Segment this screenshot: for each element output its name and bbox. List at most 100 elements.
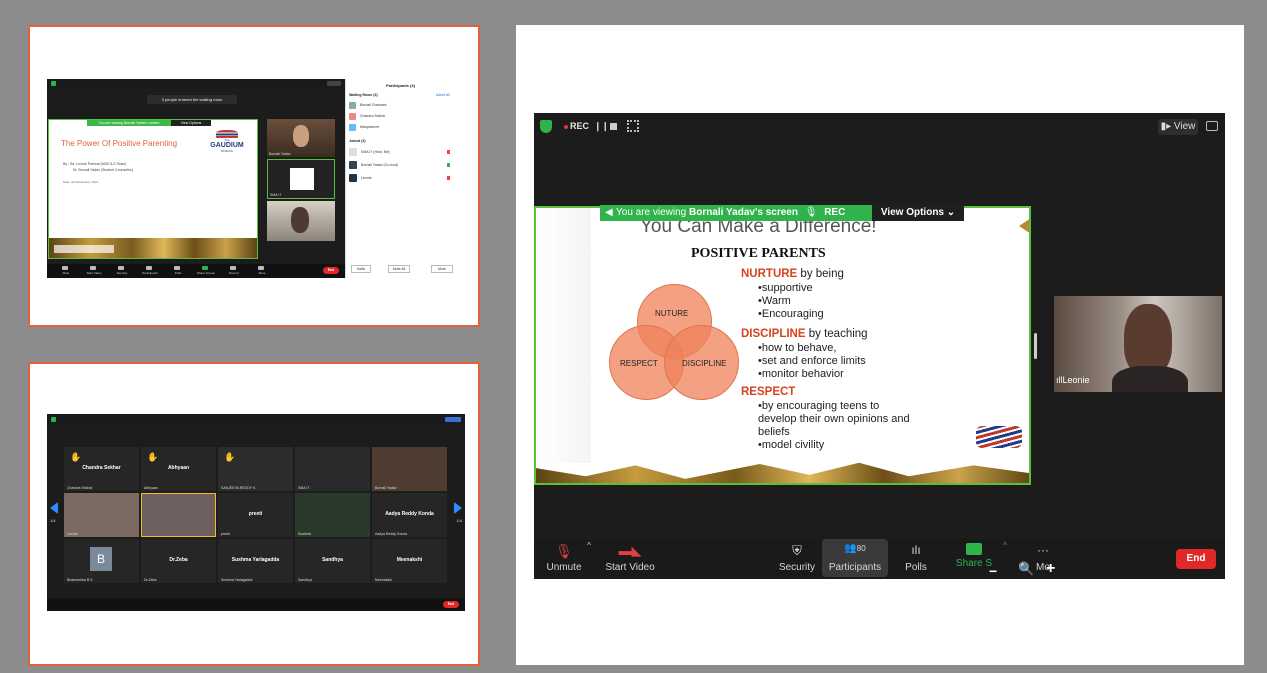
raised-hand-icon: ✋: [224, 452, 236, 462]
mute-all-button[interactable]: Mute All: [388, 265, 410, 273]
speaker-video-leonie[interactable]: ıllLeonie: [1054, 296, 1222, 392]
video-tile[interactable]: B Bhanurekha B S: [64, 539, 139, 583]
participants-icon: 👥80: [844, 543, 866, 554]
video-tile[interactable]: Dr.Zeba Dr.Zeba: [141, 539, 216, 583]
video-tile[interactable]: Sushma Yarlagadda Sushma Yarlagadda: [218, 539, 293, 583]
zoom-in-icon[interactable]: +: [1046, 560, 1055, 578]
search-zoom-icon[interactable]: 🔍: [1018, 561, 1034, 577]
slide-date: Date: 3rd December, 2021: [63, 180, 99, 184]
video-tile[interactable]: Sushma: [295, 493, 370, 537]
tile-footer: Leonie: [67, 532, 78, 536]
slide-gold-border: [536, 462, 1029, 483]
share-label: Share S: [955, 558, 993, 569]
page-left-arrow[interactable]: [50, 502, 58, 514]
avatar: [349, 124, 356, 131]
list-item-name: SMA IT (Host, Me): [361, 150, 390, 154]
mic-icon: [447, 150, 450, 154]
list-item[interactable]: Chandra Sekhar: [349, 112, 459, 121]
toolbar-button[interactable]: Start Video: [81, 271, 107, 275]
video-tile[interactable]: Chandra Sekhar Chandra Sekhar ✋: [64, 447, 139, 491]
video-thumb-bornali[interactable]: Bornali Yadav: [267, 119, 335, 157]
list-item[interactable]: Leonie: [349, 173, 459, 183]
polls-button[interactable]: ılı Polls: [898, 543, 934, 573]
toolbar-button[interactable]: Polls: [165, 271, 191, 275]
tile-footer: Sandhya: [298, 578, 312, 582]
video-tile[interactable]: Meenakshi Meenakshi: [372, 539, 447, 583]
security-button[interactable]: ⛨ Security: [777, 543, 817, 573]
toolbar-button[interactable]: Participants: [137, 271, 163, 275]
toolbar-button[interactable]: Share Screen: [193, 271, 219, 275]
participants-title: Participants (4): [386, 83, 415, 88]
list-item[interactable]: Bornali Goswami: [349, 101, 459, 110]
shared-screen: You are viewing Bornali Yadav's screen V…: [48, 119, 258, 259]
tile-name: B: [90, 547, 112, 571]
resize-handle[interactable]: [1034, 333, 1037, 359]
video-tile[interactable]: Sandhya Sandhya: [295, 539, 370, 583]
raised-hand-icon: ✋: [70, 452, 82, 462]
video-tile[interactable]: Aadya Reddy Konda Aadya Reddy Konda: [372, 493, 447, 537]
tile-footer: Bhanurekha B S: [67, 578, 93, 582]
tile-footer: Sushma Yarlagadda: [221, 578, 253, 582]
video-tile[interactable]: Leonie: [64, 493, 139, 537]
start-video-button[interactable]: ▬◣ Start Video: [604, 543, 656, 573]
video-thumb-sma-it[interactable]: SMA IT: [267, 159, 335, 199]
end-button[interactable]: End: [323, 267, 339, 274]
zoom-out-icon[interactable]: −: [989, 563, 997, 579]
list-item[interactable]: SMA IT (Host, Me): [349, 147, 459, 157]
participants-count: 80: [856, 544, 866, 553]
list-item[interactable]: Manyashree: [349, 123, 459, 132]
view-button[interactable]: [445, 417, 461, 422]
toolbar-button[interactable]: Record: [221, 271, 247, 275]
toolbar-button[interactable]: Security: [109, 271, 135, 275]
slide-bullet: •Warm: [758, 295, 791, 307]
security-shield-icon: ⛨: [792, 543, 802, 558]
video-tile[interactable]: Bornali Yadav: [372, 447, 447, 491]
fullscreen-icon[interactable]: [1206, 121, 1218, 131]
view-button[interactable]: [327, 81, 341, 86]
tile-name: Abhyaan: [167, 465, 190, 471]
tile-footer: Meenakshi: [375, 578, 392, 582]
view-options-button[interactable]: View Options: [171, 120, 211, 126]
speaker-label: ıllLeonie: [1056, 375, 1090, 385]
waiting-room-label: Waiting Room (3): [349, 93, 378, 97]
end-button[interactable]: End: [443, 601, 459, 608]
avatar: [349, 113, 356, 120]
end-button[interactable]: End: [1176, 549, 1216, 569]
view-button[interactable]: ▮▸ View: [1158, 119, 1198, 135]
pause-recording-icon[interactable]: ❙❙: [594, 121, 609, 132]
mic-icon: [447, 163, 450, 167]
viewing-prefix: You are viewing: [616, 207, 687, 218]
screenshot-card-top-left: 3 people entered the waiting room You ar…: [28, 25, 480, 327]
view-options-button[interactable]: View Options ⌄: [872, 205, 964, 221]
top-bar: REC ❙❙ ▮▸ View: [534, 113, 1225, 141]
video-tile[interactable]: SANJEEVA REDDY S ✋: [218, 447, 293, 491]
toolbar: End Mute Start Video Security Participants P…: [47, 264, 345, 278]
video-thumb-leonie[interactable]: [267, 201, 335, 241]
slide-bullet: beliefs: [758, 426, 790, 438]
more-button[interactable]: More: [431, 265, 453, 273]
unmute-button[interactable]: 🎙 Unmute: [544, 543, 584, 573]
video-tile[interactable]: preeti preeti: [218, 493, 293, 537]
video-tile[interactable]: SMA IT: [295, 447, 370, 491]
participants-button[interactable]: 👥80 Participants: [822, 539, 888, 577]
admit-all-button[interactable]: Admit All: [436, 93, 450, 97]
record-dot-icon: [564, 125, 568, 129]
page-right-arrow[interactable]: [454, 502, 462, 514]
video-tile[interactable]: [141, 493, 216, 537]
list-item[interactable]: Bornali Yadav (Co-host): [349, 160, 459, 170]
grid-icon[interactable]: [627, 120, 639, 132]
toolbar-button[interactable]: Mute: [53, 271, 79, 275]
toolbar-button[interactable]: More: [249, 271, 275, 275]
gaudium-logo: The GAUDIUM SCHOOL: [207, 130, 247, 158]
audio-options-caret[interactable]: ^: [584, 541, 594, 550]
video-tile[interactable]: Abhyaan Abhyaan ✋: [141, 447, 216, 491]
slide-bullet: •Encouraging: [758, 308, 824, 320]
share-options-caret[interactable]: ^: [1000, 541, 1010, 550]
tile-name: Chandra Sekhar: [82, 465, 121, 471]
waiting-room-toast[interactable]: 3 people entered the waiting room: [147, 95, 237, 104]
raised-hand-icon: ✋: [147, 452, 159, 462]
avatar: [293, 125, 309, 147]
stop-recording-icon[interactable]: [610, 123, 617, 130]
share-screen-icon: [966, 543, 982, 555]
invite-button[interactable]: Invite: [351, 265, 371, 273]
